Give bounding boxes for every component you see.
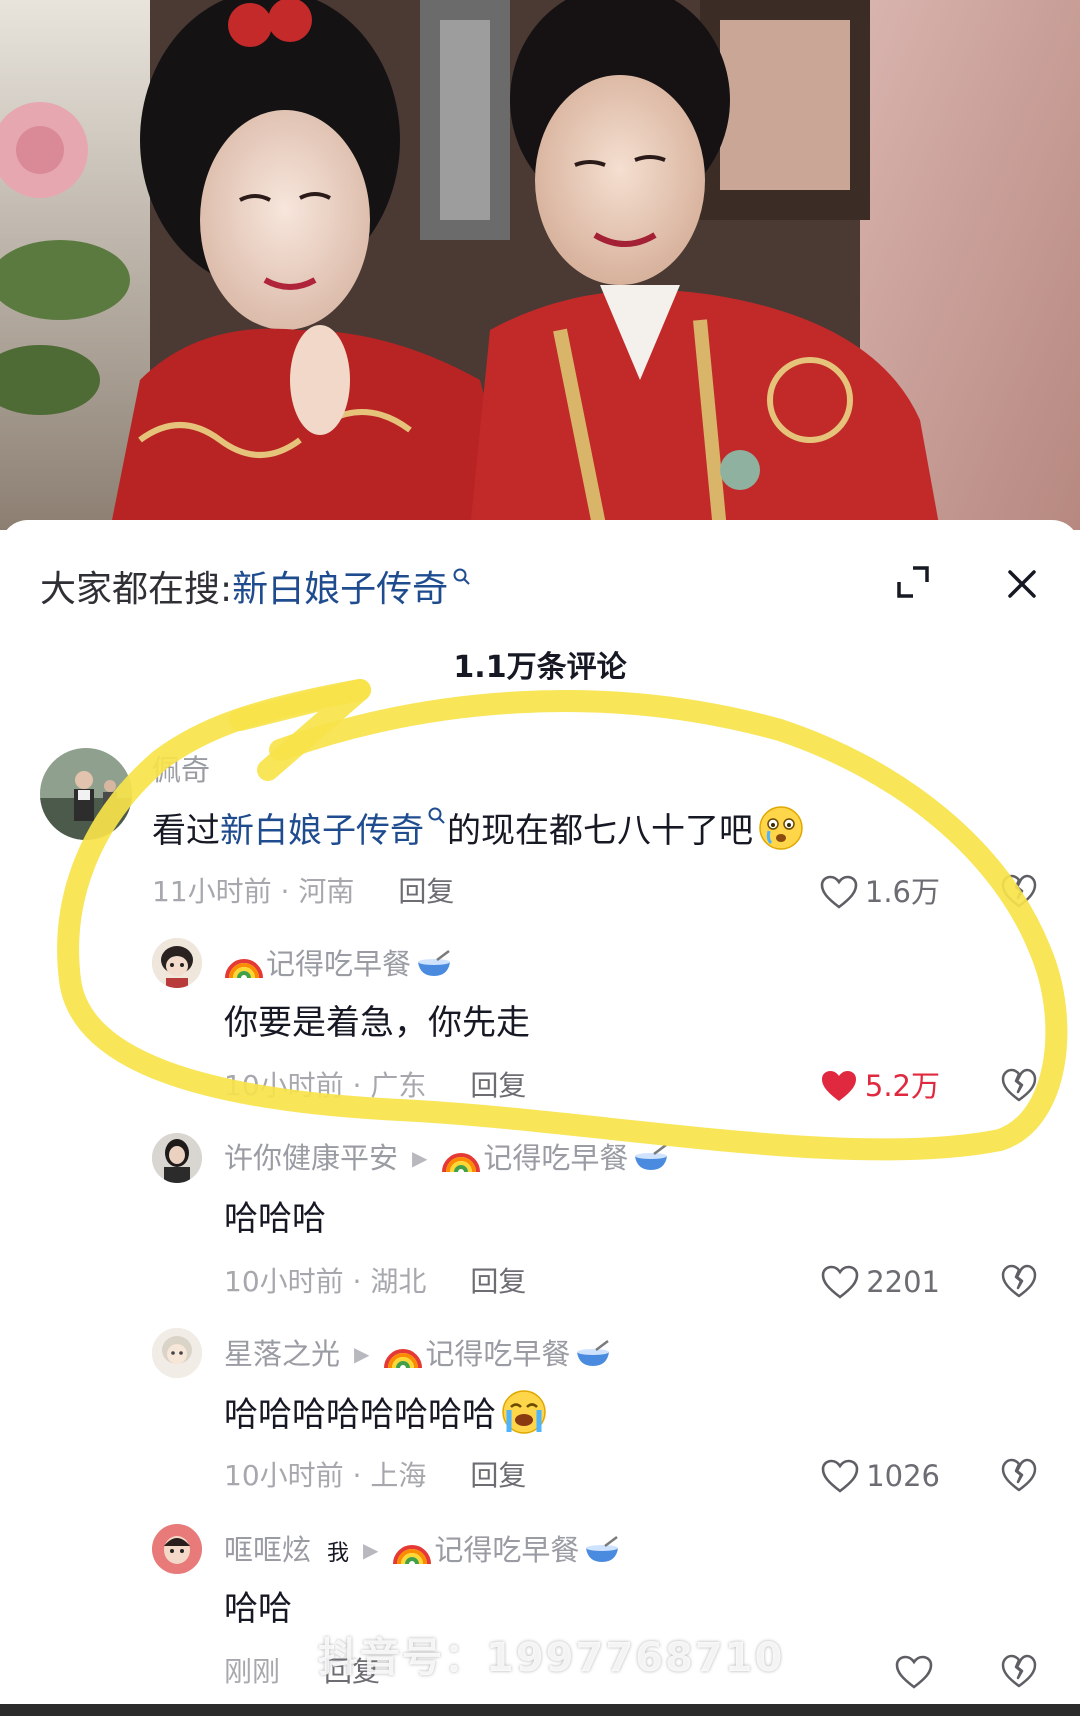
reply-arrow-icon: ▶ [363,1538,379,1562]
like-button[interactable] [894,1652,940,1692]
comment-text: 看过新白娘子传奇 的现在都七八十了吧 [152,804,805,856]
comment-keyword-link[interactable]: 新白娘子传奇 [220,811,424,851]
comment-text-suffix: 的现在都七八十了吧 [447,811,753,851]
heart-icon [895,1655,933,1689]
reply-button[interactable]: 回复 [470,1069,526,1102]
comment-time-location: 刚刚 [224,1655,281,1688]
comment-username[interactable]: 哐哐炫我 ▶ 记得吃早餐 [224,1530,621,1574]
comment-meta: 10小时前 · 广东 回复 [224,1066,526,1106]
like-count: 1026 [866,1459,940,1493]
like-button[interactable]: 5.2万 [819,1066,940,1106]
rainbow-emoji [225,959,263,979]
comment-time-location: 11小时前 · 河南 [152,875,355,908]
rainbow-emoji [384,1349,423,1369]
comment-count: 1.1万条评论 [453,650,627,685]
comment-text: 你要是着急，你先走 [224,1003,530,1043]
bowl-emoji [418,950,451,976]
username-text: 哐哐炫 [224,1533,312,1567]
username-text: 星落之光 [224,1337,341,1371]
crying-face-emoji [759,806,803,850]
close-icon[interactable] [1002,564,1042,604]
reply-button[interactable]: 回复 [398,875,454,908]
rainbow-emoji [442,1153,481,1173]
avatar[interactable] [152,1524,202,1574]
comment-username[interactable]: 星落之光 ▶ 记得吃早餐 [224,1334,612,1377]
heart-icon [821,1265,859,1299]
comment-text-body: 哈哈哈哈哈哈哈哈 [224,1395,496,1435]
search-suggestion[interactable]: 大家都在搜:新白娘子传奇 [40,560,472,620]
search-icon [453,568,470,585]
comment-meta: 10小时前 · 湖北 回复 [224,1262,526,1302]
douyin-watermark: 抖音号：1997768710 [318,1635,785,1681]
comment-text: 哈哈 [224,1589,292,1629]
heart-filled-icon [821,1071,856,1101]
comment-text: 哈哈哈哈哈哈哈哈 [224,1388,548,1440]
search-keyword-link[interactable]: 新白娘子传奇 [232,569,448,610]
avatar[interactable] [40,748,132,840]
comment-text: 哈哈哈 [224,1199,326,1239]
video-still-image [0,0,1080,530]
reply-to-username[interactable]: 记得吃早餐 [425,1337,570,1371]
comment-username[interactable]: 佩奇 [152,750,210,790]
self-badge: 我 [327,1541,350,1566]
bottom-edge [0,1704,1080,1716]
comment-username[interactable]: 许你健康平安 ▶ 记得吃早餐 [224,1138,670,1181]
loudly-crying-emoji [502,1390,546,1434]
comment-time-location: 10小时前 · 广东 [224,1069,427,1102]
dislike-icon[interactable] [1000,1456,1038,1494]
search-icon [428,807,445,824]
comment-time-location: 10小时前 · 湖北 [224,1265,427,1298]
reply-arrow-icon: ▶ [412,1146,428,1170]
like-button[interactable]: 2201 [820,1262,940,1302]
bowl-emoji [586,1536,619,1562]
avatar[interactable] [152,1328,202,1378]
reply-button[interactable]: 回复 [470,1459,526,1492]
heart-icon [821,1459,859,1493]
rainbow-emoji [393,1545,432,1565]
comment-meta: 10小时前 · 上海 回复 [224,1456,526,1496]
like-count: 5.2万 [864,1069,940,1103]
like-button[interactable]: 1.6万 [819,872,940,912]
comment-meta: 11小时前 · 河南 回复 [152,872,454,912]
dislike-icon[interactable] [1000,1066,1038,1104]
dislike-icon[interactable] [1000,1262,1038,1300]
comment-text-prefix: 看过 [152,811,220,851]
like-button[interactable]: 1026 [820,1456,940,1496]
bowl-emoji [635,1144,668,1170]
bowl-emoji [577,1340,610,1366]
reply-arrow-icon: ▶ [354,1342,370,1366]
expand-icon[interactable] [895,564,931,600]
like-count: 1.6万 [864,875,940,909]
reply-button[interactable]: 回复 [470,1265,526,1298]
search-prefix: 大家都在搜: [40,569,233,610]
dislike-icon[interactable] [1000,1652,1038,1690]
username-text: 记得吃早餐 [266,947,412,981]
heart-icon [820,875,858,909]
reply-to-username[interactable]: 记得吃早餐 [434,1533,579,1567]
like-count: 2201 [866,1265,940,1299]
comment-time-location: 10小时前 · 上海 [224,1459,427,1492]
dislike-icon[interactable] [1000,872,1038,910]
reply-to-username[interactable]: 记得吃早餐 [483,1141,628,1175]
username-text: 许你健康平安 [224,1141,399,1175]
avatar[interactable] [152,1133,202,1183]
avatar[interactable] [152,938,202,988]
comment-username[interactable]: 记得吃早餐 [224,944,453,984]
